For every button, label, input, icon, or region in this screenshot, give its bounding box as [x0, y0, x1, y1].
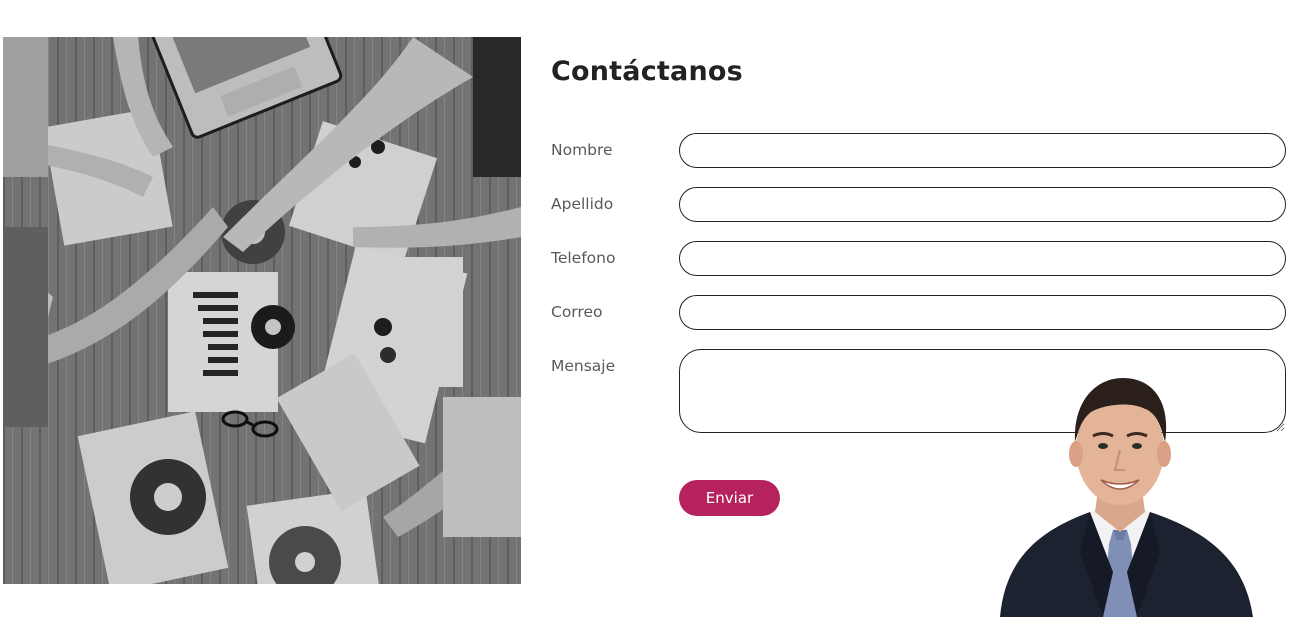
page-title: Contáctanos [551, 56, 743, 87]
contact-page: Contáctanos Nombre Apellido Telefono Cor… [0, 0, 1310, 617]
nombre-input[interactable] [679, 133, 1286, 168]
telefono-input[interactable] [679, 241, 1286, 276]
enviar-button[interactable]: Enviar [679, 480, 780, 516]
apellido-label: Apellido [551, 195, 614, 213]
mensaje-label: Mensaje [551, 357, 616, 375]
nombre-label: Nombre [551, 141, 613, 159]
businessman-photo [995, 372, 1257, 617]
team-meeting-photo [3, 37, 521, 584]
correo-input[interactable] [679, 295, 1286, 330]
apellido-input[interactable] [679, 187, 1286, 222]
telefono-label: Telefono [551, 249, 616, 267]
correo-label: Correo [551, 303, 603, 321]
